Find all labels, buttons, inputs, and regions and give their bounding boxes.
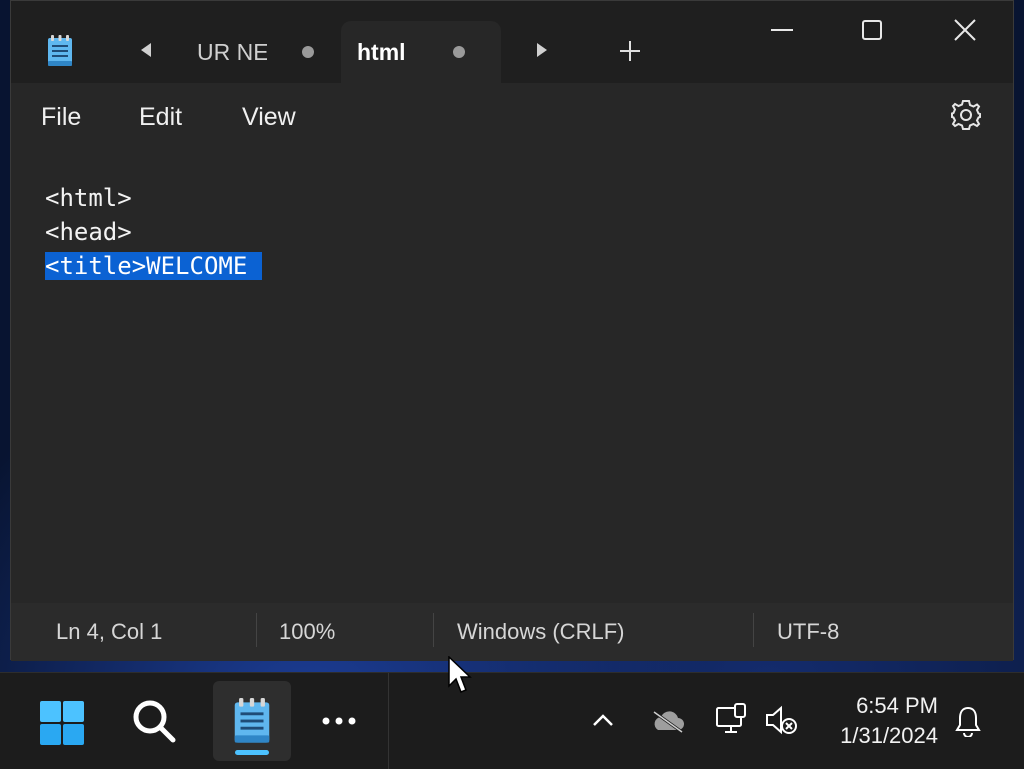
start-button[interactable] (36, 697, 88, 749)
search-button[interactable] (128, 695, 180, 747)
text-editor[interactable]: <html> <head> <title>WELCOME (11, 151, 1013, 603)
close-icon (954, 19, 976, 41)
taskbar: 6:54 PM 1/31/2024 (0, 672, 1024, 769)
tab-html[interactable]: html (341, 21, 501, 83)
plus-icon (620, 41, 640, 61)
status-divider (433, 613, 434, 647)
volume-button[interactable] (760, 699, 802, 741)
chevron-up-icon (593, 714, 613, 726)
active-app-indicator (235, 750, 269, 755)
clock[interactable]: 6:54 PM 1/31/2024 (840, 691, 938, 751)
show-hidden-icons-button[interactable] (586, 703, 620, 737)
maximize-button[interactable] (849, 9, 895, 51)
more-icon (322, 717, 356, 725)
status-divider (753, 613, 754, 647)
windows-start-icon (40, 701, 84, 745)
search-icon (133, 700, 176, 743)
tab-label: UR NE (197, 38, 267, 65)
maximize-icon (862, 20, 882, 40)
notepad-window: UR NE html File Edit View <html> <head> … (10, 0, 1014, 661)
onedrive-button[interactable] (646, 701, 690, 741)
title-bar[interactable]: UR NE html (11, 1, 1013, 83)
status-divider (256, 613, 257, 647)
status-bar: Ln 4, Col 1 100% Windows (CRLF) UTF-8 (11, 603, 1013, 661)
selected-text: <title>WELCOME (45, 252, 262, 280)
menu-bar: File Edit View (11, 83, 1013, 151)
bell-icon (955, 706, 981, 737)
menu-file[interactable]: File (41, 103, 81, 132)
network-button[interactable] (710, 699, 752, 741)
new-tab-button[interactable] (614, 35, 646, 67)
mouse-pointer-icon (448, 656, 472, 693)
cursor-position: Ln 4, Col 1 (56, 619, 163, 644)
encoding[interactable]: UTF-8 (777, 619, 839, 645)
notepad-icon (234, 698, 270, 743)
editor-line: <html> (45, 184, 132, 212)
clock-time: 6:54 PM (856, 693, 938, 718)
menu-edit[interactable]: Edit (139, 103, 182, 132)
clock-date: 1/31/2024 (840, 723, 938, 748)
tab-scroll-right-icon[interactable] (531, 39, 553, 61)
unsaved-dot-icon (453, 46, 465, 58)
taskbar-notepad-button[interactable] (213, 681, 291, 761)
close-button[interactable] (942, 9, 988, 51)
minimize-icon (771, 29, 793, 31)
zoom-level[interactable]: 100% (279, 619, 335, 645)
menu-view[interactable]: View (242, 103, 296, 132)
tab-label: html (357, 38, 406, 65)
editor-line: <head> (45, 218, 132, 246)
volume-muted-icon (766, 705, 797, 735)
line-ending[interactable]: Windows (CRLF) (457, 619, 624, 645)
notepad-icon (48, 35, 72, 66)
unsaved-dot-icon (302, 46, 314, 58)
gear-icon[interactable] (949, 98, 983, 132)
tab-scroll-left-icon[interactable] (135, 39, 157, 61)
onedrive-icon (653, 710, 684, 734)
notifications-button[interactable] (948, 701, 988, 741)
more-apps-button[interactable] (316, 699, 362, 743)
network-icon (716, 703, 746, 733)
minimize-button[interactable] (759, 9, 805, 51)
taskbar-divider (388, 673, 389, 769)
tab-ur-ne[interactable]: UR NE (187, 21, 337, 83)
